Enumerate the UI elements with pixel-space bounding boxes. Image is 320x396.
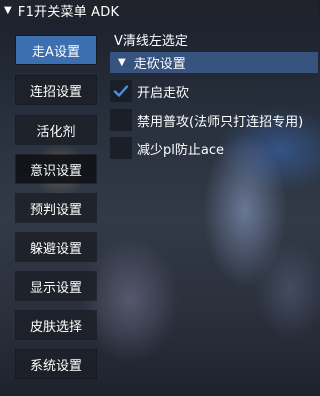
sidebar-item-label: 活化剂 [36,124,76,140]
collapse-arrow-icon[interactable]: ▼ [4,5,12,16]
collapse-arrow-icon[interactable]: ▼ [118,57,126,68]
sidebar-item-activator[interactable]: 活化剂 [16,116,96,144]
sidebar-item-label: 显示设置 [29,280,82,296]
section-title: 走砍设置 [133,57,186,72]
sidebar-item-combo[interactable]: 连招设置 [16,76,96,104]
sidebar-item-label: 皮肤选择 [29,319,82,335]
checkbox[interactable] [110,80,132,102]
sidebar-item-label: 躲避设置 [29,241,82,257]
option-disable-basic-attack[interactable]: 禁用普攻(法师只打连招专用) [110,109,318,131]
sidebar-item-label: 预判设置 [29,202,82,218]
title-bar[interactable]: ▼ F1开关菜单 ADK [0,0,318,20]
sidebar-item-evade[interactable]: 躲避设置 [16,233,96,261]
option-label: 禁用普攻(法师只打连招专用) [137,114,304,130]
sidebar-item-label: 连招设置 [29,84,82,100]
checkmark-icon [113,85,129,97]
section-header-walk-attack[interactable]: ▼ 走砍设置 [110,52,318,73]
option-label: 减少pl防止ace [137,142,224,158]
option-enable-walk-attack[interactable]: 开启走砍 [110,80,318,102]
window-title: F1开关菜单 ADK [17,4,120,20]
sidebar-item-label: 走A设置 [32,44,80,60]
sidebar-item-system[interactable]: 系统设置 [16,350,96,378]
sidebar-item-awareness[interactable]: 意识设置 [16,155,96,183]
sidebar-item-label: 意识设置 [29,163,82,179]
sidebar-item-walk-attack[interactable]: 走A设置 [16,36,96,64]
option-label: 开启走砍 [137,85,190,101]
checkbox[interactable] [110,137,132,159]
checkbox[interactable] [110,109,132,131]
hint-text: V清线左选定 [114,34,188,49]
sidebar-item-label: 系统设置 [29,358,82,374]
sidebar-item-prediction[interactable]: 预判设置 [16,194,96,222]
option-reduce-ping[interactable]: 减少pl防止ace [110,137,318,159]
sidebar-item-display[interactable]: 显示设置 [16,272,96,300]
sidebar-item-skins[interactable]: 皮肤选择 [16,311,96,339]
